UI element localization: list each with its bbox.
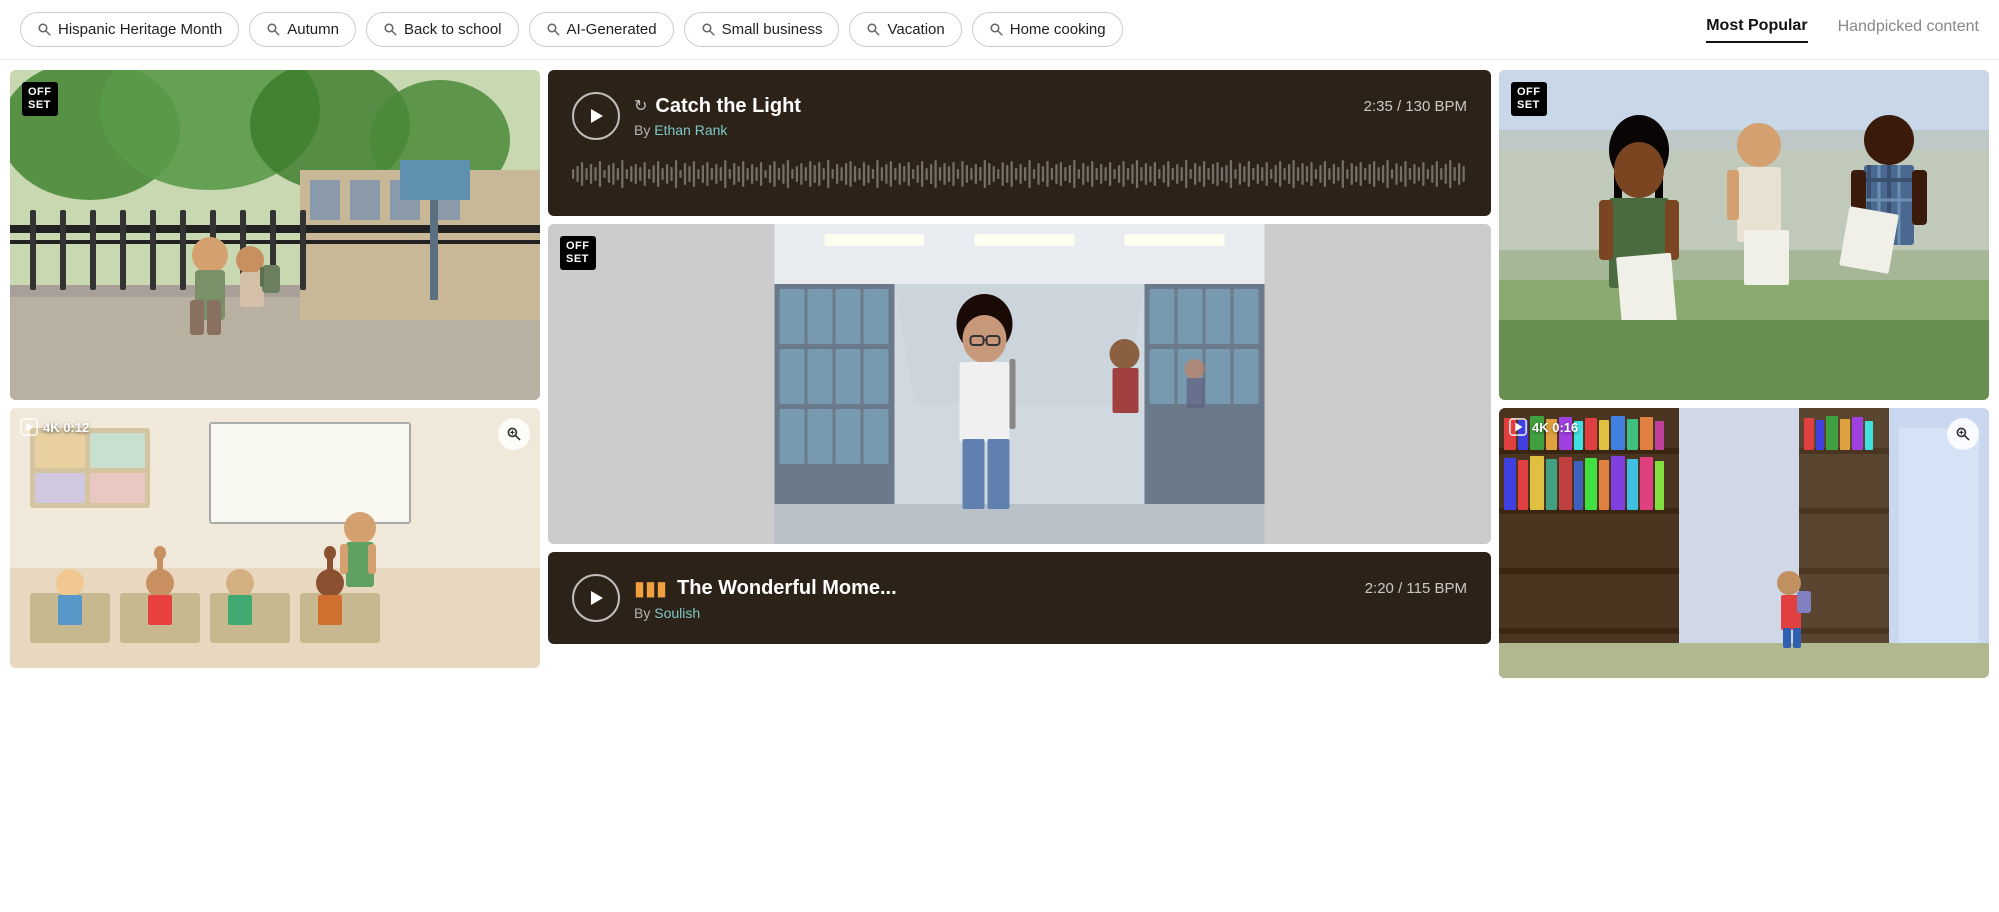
left-column: OFFSET bbox=[10, 70, 540, 678]
pill-back-to-school[interactable]: Back to school bbox=[366, 12, 519, 47]
main-grid: OFFSET bbox=[0, 60, 1999, 688]
students-reading-card[interactable]: OFFSET bbox=[1499, 70, 1989, 400]
filter-pills: Hispanic Heritage Month Autumn Back to s… bbox=[20, 12, 1676, 47]
pill-label: Home cooking bbox=[1010, 21, 1106, 38]
pill-small-business[interactable]: Small business bbox=[684, 12, 840, 47]
zoom-in-icon bbox=[506, 426, 522, 442]
play-button-2[interactable] bbox=[572, 574, 620, 622]
author-link-2[interactable]: Soulish bbox=[654, 605, 700, 621]
pill-vacation[interactable]: Vacation bbox=[849, 12, 961, 47]
audio-author: By Ethan Rank bbox=[634, 122, 1467, 138]
play-icon bbox=[20, 418, 38, 436]
middle-column: ↻ Catch the Light 2:35 / 130 BPM By Etha… bbox=[548, 70, 1491, 678]
refresh-icon: ↻ bbox=[634, 96, 647, 116]
pill-label: Hispanic Heritage Month bbox=[58, 21, 222, 38]
search-icon bbox=[37, 22, 52, 37]
students-reading-scene bbox=[1499, 70, 1989, 400]
play-icon-2 bbox=[586, 588, 606, 608]
offset-badge-right: OFFSET bbox=[1511, 82, 1547, 116]
tab-group: Most Popular Handpicked content bbox=[1686, 17, 1979, 43]
audio-title: Catch the Light bbox=[655, 95, 801, 118]
zoom-icon[interactable] bbox=[498, 418, 530, 450]
search-icon bbox=[989, 22, 1004, 37]
top-nav: Hispanic Heritage Month Autumn Back to s… bbox=[0, 0, 1999, 60]
tab-most-popular[interactable]: Most Popular bbox=[1706, 17, 1807, 43]
search-icon bbox=[266, 22, 281, 37]
hallway-scene bbox=[548, 224, 1491, 544]
right-column: OFFSET bbox=[1499, 70, 1989, 678]
audio-meta: ↻ Catch the Light 2:35 / 130 BPM By Etha… bbox=[634, 95, 1467, 138]
play-button[interactable] bbox=[572, 92, 620, 140]
audio-title-row-2: ▮▮▮ The Wonderful Mome... 2:20 / 115 BPM bbox=[634, 576, 1467, 601]
search-icon bbox=[866, 22, 881, 37]
search-icon bbox=[701, 22, 716, 37]
audio-meta-2: ▮▮▮ The Wonderful Mome... 2:20 / 115 BPM… bbox=[634, 576, 1467, 621]
search-icon bbox=[383, 22, 398, 37]
waveform-svg bbox=[572, 154, 1467, 194]
audio-duration: 2:35 / 130 BPM bbox=[1364, 98, 1467, 115]
audio-card-2[interactable]: ▮▮▮ The Wonderful Mome... 2:20 / 115 BPM… bbox=[548, 552, 1491, 644]
pill-autumn[interactable]: Autumn bbox=[249, 12, 356, 47]
video-badge-library: 4K 0:16 bbox=[1509, 418, 1578, 436]
audio-title-row: ↻ Catch the Light 2:35 / 130 BPM bbox=[634, 95, 1467, 118]
pill-ai-generated[interactable]: AI-Generated bbox=[529, 12, 674, 47]
pill-label: Small business bbox=[722, 21, 823, 38]
search-icon bbox=[546, 22, 561, 37]
classroom-video-card[interactable]: 4K 0:12 bbox=[10, 408, 540, 668]
audio-card-header-2: ▮▮▮ The Wonderful Mome... 2:20 / 115 BPM… bbox=[572, 574, 1467, 622]
tab-handpicked-content[interactable]: Handpicked content bbox=[1838, 18, 1979, 42]
classroom-scene bbox=[10, 408, 540, 668]
library-video-card[interactable]: 4K 0:16 bbox=[1499, 408, 1989, 678]
play-icon bbox=[586, 106, 606, 126]
pill-home-cooking[interactable]: Home cooking bbox=[972, 12, 1123, 47]
offset-badge: OFFSET bbox=[560, 236, 596, 270]
author-link[interactable]: Ethan Rank bbox=[654, 122, 727, 138]
pill-hispanic-heritage-month[interactable]: Hispanic Heritage Month bbox=[20, 12, 239, 47]
pill-label: Vacation bbox=[887, 21, 944, 38]
audio-author-2: By Soulish bbox=[634, 605, 1467, 621]
audio-title-2: The Wonderful Mome... bbox=[677, 577, 897, 600]
waveform bbox=[572, 154, 1467, 194]
zoom-icon-library[interactable] bbox=[1947, 418, 1979, 450]
parent-child-image-card[interactable]: OFFSET bbox=[10, 70, 540, 400]
pill-label: Autumn bbox=[287, 21, 339, 38]
music-icon: ▮▮▮ bbox=[634, 576, 667, 601]
hallway-image-card[interactable]: OFFSET bbox=[548, 224, 1491, 544]
library-scene bbox=[1499, 408, 1989, 678]
offset-badge: OFFSET bbox=[22, 82, 58, 116]
video-badge: 4K 0:12 bbox=[20, 418, 89, 436]
audio-card-header: ↻ Catch the Light 2:35 / 130 BPM By Etha… bbox=[572, 92, 1467, 140]
pill-label: Back to school bbox=[404, 21, 502, 38]
play-icon-library bbox=[1509, 418, 1527, 436]
audio-duration-2: 2:20 / 115 BPM bbox=[1365, 580, 1467, 597]
pill-label: AI-Generated bbox=[567, 21, 657, 38]
zoom-in-icon-library bbox=[1955, 426, 1971, 442]
parent-child-scene bbox=[10, 70, 540, 400]
audio-card-1[interactable]: ↻ Catch the Light 2:35 / 130 BPM By Etha… bbox=[548, 70, 1491, 216]
